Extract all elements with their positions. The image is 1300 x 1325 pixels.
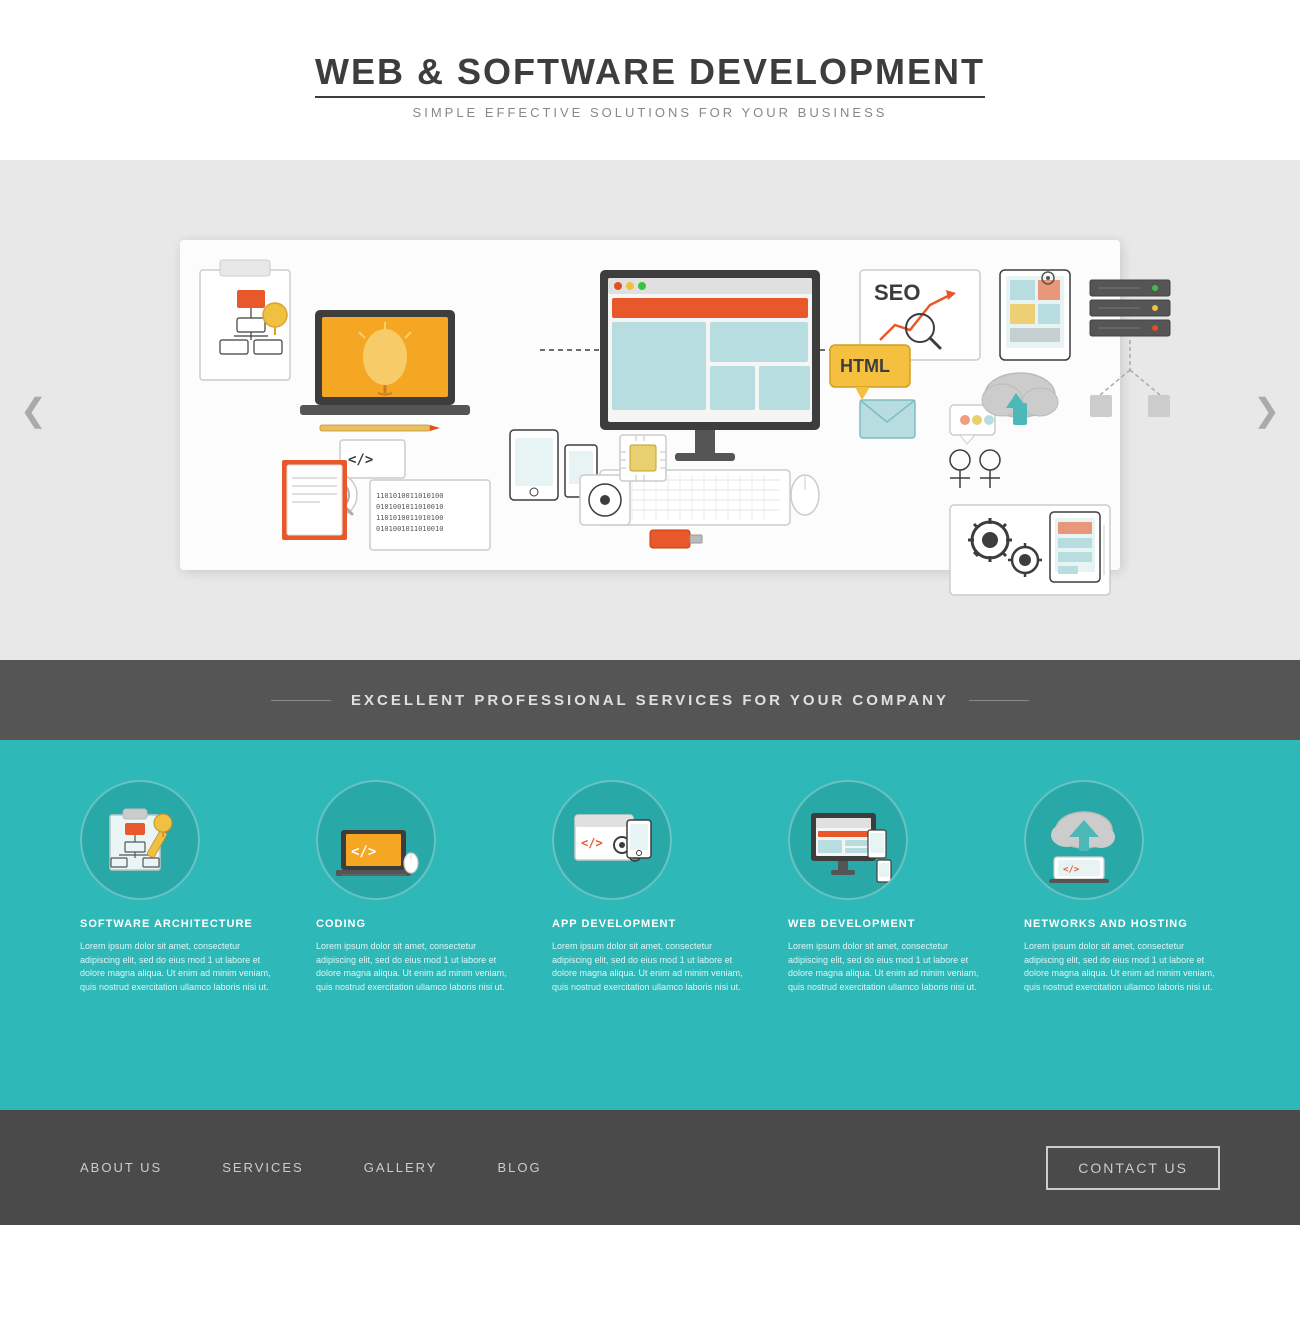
svg-text:0101001011010010: 0101001011010010 bbox=[376, 503, 443, 511]
footer-nav-blog[interactable]: BLOG bbox=[497, 1160, 541, 1175]
service-title-2: APP DEVELOPMENT bbox=[552, 918, 676, 930]
service-icon-networks-hosting: </> bbox=[1024, 780, 1144, 900]
service-desc-1: Lorem ipsum dolor sit amet, consectetur … bbox=[316, 940, 512, 994]
svg-text:1101010011010100: 1101010011010100 bbox=[376, 492, 443, 500]
service-desc-2: Lorem ipsum dolor sit amet, consectetur … bbox=[552, 940, 748, 994]
svg-text:</>: </> bbox=[581, 836, 603, 850]
service-icon-app-development: </> bbox=[552, 780, 672, 900]
banner-line-right bbox=[969, 700, 1029, 701]
banner-line-left bbox=[271, 700, 331, 701]
footer: ABOUT US SERVICES GALLERY BLOG CONTACT U… bbox=[0, 1110, 1300, 1225]
footer-nav-services[interactable]: SERVICES bbox=[222, 1160, 304, 1175]
prev-arrow[interactable]: ❮ bbox=[20, 391, 47, 429]
service-title-4: NETWORKS AND HOSTING bbox=[1024, 918, 1188, 930]
service-desc-3: Lorem ipsum dolor sit amet, consectetur … bbox=[788, 940, 984, 994]
service-item-networks-hosting: </> NETWORKS AND HOSTING Lorem ipsum dol… bbox=[1004, 780, 1240, 994]
footer-nav-about[interactable]: ABOUT US bbox=[80, 1160, 162, 1175]
hero-illustration: </> 1101010011010100 0101001011010010 11… bbox=[100, 200, 1200, 620]
service-title-0: SOFTWARE ARCHITECTURE bbox=[80, 918, 253, 930]
next-arrow[interactable]: ❯ bbox=[1253, 391, 1280, 429]
service-title-3: WEB DEVELOPMENT bbox=[788, 918, 915, 930]
svg-text:</>: </> bbox=[351, 844, 376, 860]
services-banner: EXCELLENT PROFESSIONAL SERVICES FOR YOUR… bbox=[0, 660, 1300, 740]
service-item-app-development: </> APP DEVELOPMENT Lorem ipsum dolor si… bbox=[532, 780, 768, 994]
svg-text:</>: </> bbox=[348, 452, 373, 468]
svg-text:</>: </> bbox=[1063, 865, 1080, 875]
page-title: WEB & SOFTWARE DEVELOPMENT bbox=[315, 51, 985, 93]
hero-svg: </> 1101010011010100 0101001011010010 11… bbox=[120, 210, 1180, 610]
service-icon-web-development bbox=[788, 780, 908, 900]
header: WEB & SOFTWARE DEVELOPMENT SIMPLE EFFECT… bbox=[0, 0, 1300, 160]
service-desc-0: Lorem ipsum dolor sit amet, consectetur … bbox=[80, 940, 276, 994]
svg-text:0101001011010010: 0101001011010010 bbox=[376, 525, 443, 533]
service-icon-software-architecture bbox=[80, 780, 200, 900]
service-item-coding: </> CODING Lorem ipsum dolor sit amet, c… bbox=[296, 780, 532, 994]
service-icon-coding: </> bbox=[316, 780, 436, 900]
hero-section: ❮ bbox=[0, 160, 1300, 660]
page-subtitle: SIMPLE EFFECTIVE SOLUTIONS FOR YOUR BUSI… bbox=[413, 105, 888, 120]
contact-us-button[interactable]: CONTACT US bbox=[1046, 1146, 1220, 1190]
service-desc-4: Lorem ipsum dolor sit amet, consectetur … bbox=[1024, 940, 1220, 994]
svg-text:SEO: SEO bbox=[874, 280, 920, 305]
footer-nav-gallery[interactable]: GALLERY bbox=[364, 1160, 438, 1175]
services-banner-text: EXCELLENT PROFESSIONAL SERVICES FOR YOUR… bbox=[351, 692, 949, 709]
service-item-software-architecture: SOFTWARE ARCHITECTURE Lorem ipsum dolor … bbox=[60, 780, 296, 994]
service-item-web-development: WEB DEVELOPMENT Lorem ipsum dolor sit am… bbox=[768, 780, 1004, 994]
service-title-1: CODING bbox=[316, 918, 366, 930]
footer-nav: ABOUT US SERVICES GALLERY BLOG bbox=[80, 1160, 542, 1175]
services-section: SOFTWARE ARCHITECTURE Lorem ipsum dolor … bbox=[0, 740, 1300, 1110]
svg-text:1101010011010100: 1101010011010100 bbox=[376, 514, 443, 522]
svg-text:HTML: HTML bbox=[840, 356, 890, 376]
